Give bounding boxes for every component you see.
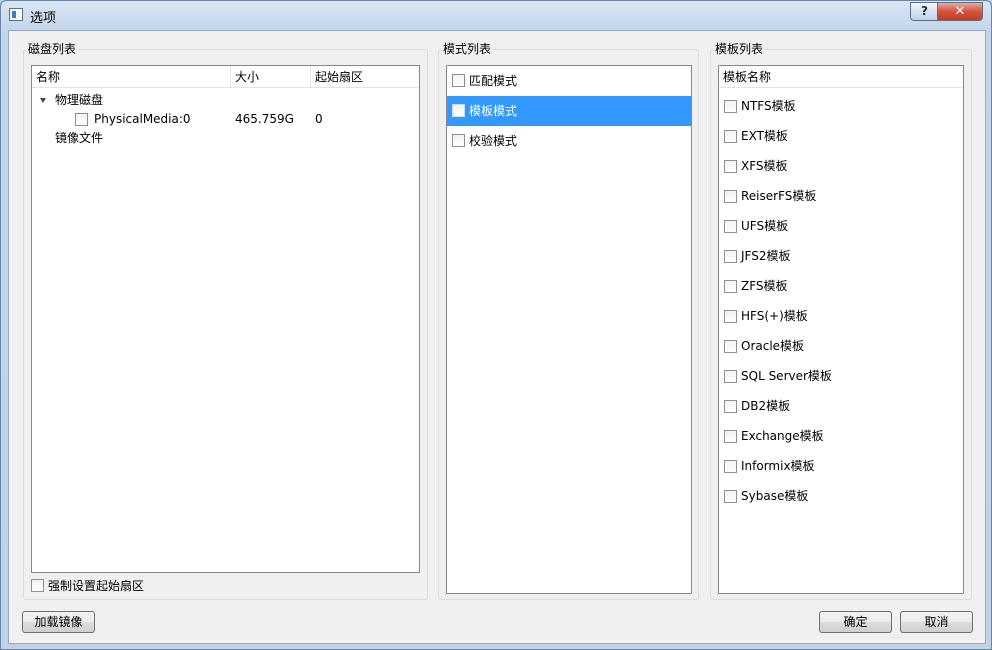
- template-item[interactable]: SQL Server模板: [719, 361, 963, 391]
- physical-media-start: 0: [315, 112, 323, 126]
- template-checkbox[interactable]: [724, 130, 737, 143]
- template-label: XFS模板: [741, 159, 788, 173]
- template-item[interactable]: Sybase模板: [719, 481, 963, 511]
- template-label: HFS(+)模板: [741, 309, 808, 323]
- template-item[interactable]: HFS(+)模板: [719, 301, 963, 331]
- dialog-body: 磁盘列表 名称 大小 起始扇区 物理磁盘 PhysicalMedia:0 465…: [8, 30, 986, 644]
- template-label: SQL Server模板: [741, 369, 832, 383]
- template-checkbox[interactable]: [724, 430, 737, 443]
- template-label: ZFS模板: [741, 279, 788, 293]
- template-checkbox[interactable]: [724, 370, 737, 383]
- window-title: 选项: [30, 11, 57, 26]
- template-label: Sybase模板: [741, 489, 809, 503]
- cancel-button[interactable]: 取消: [900, 611, 973, 633]
- title-bar[interactable]: 选项 ? ✕: [1, 1, 991, 29]
- template-list-header: 模板名称: [719, 66, 963, 88]
- mode-item-label: 模板模式: [469, 104, 518, 118]
- mode-item-verify[interactable]: 校验模式: [447, 126, 691, 156]
- template-label: Oracle模板: [741, 339, 805, 353]
- mode-item-match[interactable]: 匹配模式: [447, 66, 691, 96]
- physical-media-name: PhysicalMedia:0: [94, 112, 191, 126]
- disk-tree-header: 名称 大小 起始扇区: [32, 66, 419, 88]
- mode-template-checkbox[interactable]: [452, 104, 465, 117]
- tree-node-physical-disk[interactable]: 物理磁盘: [32, 91, 419, 110]
- tree-node-physical-media[interactable]: PhysicalMedia:0 465.759G 0: [32, 110, 419, 129]
- ok-button[interactable]: 确定: [819, 611, 892, 633]
- column-size[interactable]: 大小: [231, 66, 311, 88]
- template-checkbox[interactable]: [724, 190, 737, 203]
- template-checkbox[interactable]: [724, 250, 737, 263]
- template-label: UFS模板: [741, 219, 789, 233]
- template-item[interactable]: EXT模板: [719, 121, 963, 151]
- template-checkbox[interactable]: [724, 160, 737, 173]
- template-label: EXT模板: [741, 129, 788, 143]
- mode-list-group: 模式列表 匹配模式 模板模式 校验模式: [438, 40, 699, 600]
- mode-list[interactable]: 匹配模式 模板模式 校验模式: [446, 65, 692, 594]
- template-item[interactable]: Oracle模板: [719, 331, 963, 361]
- template-label: DB2模板: [741, 399, 791, 413]
- mode-match-checkbox[interactable]: [452, 74, 465, 87]
- template-item[interactable]: Exchange模板: [719, 421, 963, 451]
- template-item[interactable]: XFS模板: [719, 151, 963, 181]
- mode-item-template[interactable]: 模板模式: [447, 96, 691, 126]
- window-icon: [9, 8, 23, 21]
- help-button[interactable]: ?: [910, 2, 938, 21]
- template-checkbox[interactable]: [724, 220, 737, 233]
- template-label: NTFS模板: [741, 99, 796, 113]
- mode-item-label: 校验模式: [469, 134, 518, 148]
- template-group-title: 模板列表: [713, 40, 766, 57]
- template-item[interactable]: UFS模板: [719, 211, 963, 241]
- template-checkbox[interactable]: [724, 310, 737, 323]
- mode-group-title: 模式列表: [441, 40, 494, 57]
- close-icon: ✕: [954, 4, 966, 19]
- template-checkbox[interactable]: [724, 280, 737, 293]
- physical-media-checkbox[interactable]: [75, 113, 88, 126]
- disk-list-group: 磁盘列表 名称 大小 起始扇区 物理磁盘 PhysicalMedia:0 465…: [23, 40, 428, 600]
- column-start-sector[interactable]: 起始扇区: [311, 66, 419, 88]
- template-checkbox[interactable]: [724, 490, 737, 503]
- image-file-label: 镜像文件: [55, 131, 104, 145]
- template-label: Exchange模板: [741, 429, 824, 443]
- template-item[interactable]: JFS2模板: [719, 241, 963, 271]
- load-image-button[interactable]: 加载镜像: [22, 611, 95, 633]
- template-checkbox[interactable]: [724, 460, 737, 473]
- template-label: ReiserFS模板: [741, 189, 817, 203]
- template-list-group: 模板列表 模板名称 NTFS模板 EXT模板 XFS模板 ReiserFS模板 …: [710, 40, 972, 600]
- template-checkbox[interactable]: [724, 340, 737, 353]
- template-item[interactable]: Informix模板: [719, 451, 963, 481]
- template-item[interactable]: NTFS模板: [719, 91, 963, 121]
- mode-verify-checkbox[interactable]: [452, 134, 465, 147]
- force-sector-label: 强制设置起始扇区: [48, 579, 145, 593]
- physical-disk-label: 物理磁盘: [55, 93, 104, 107]
- options-dialog: 选项 ? ✕ 磁盘列表 名称 大小 起始扇区 物理磁盘 PhysicalMedi…: [0, 0, 992, 650]
- template-checkbox[interactable]: [724, 100, 737, 113]
- template-label: JFS2模板: [741, 249, 791, 263]
- expand-arrow-icon[interactable]: [40, 98, 46, 103]
- disk-group-title: 磁盘列表: [26, 40, 79, 57]
- mode-item-label: 匹配模式: [469, 74, 518, 88]
- disk-tree[interactable]: 名称 大小 起始扇区 物理磁盘 PhysicalMedia:0 465.759G…: [31, 65, 420, 573]
- template-item[interactable]: DB2模板: [719, 391, 963, 421]
- template-checkbox[interactable]: [724, 400, 737, 413]
- physical-media-size: 465.759G: [235, 112, 294, 126]
- close-button[interactable]: ✕: [937, 2, 983, 21]
- template-label: Informix模板: [741, 459, 815, 473]
- template-item[interactable]: ReiserFS模板: [719, 181, 963, 211]
- column-template-name[interactable]: 模板名称: [719, 66, 963, 88]
- template-item[interactable]: ZFS模板: [719, 271, 963, 301]
- column-name[interactable]: 名称: [32, 66, 231, 88]
- template-list[interactable]: 模板名称 NTFS模板 EXT模板 XFS模板 ReiserFS模板 UFS模板…: [718, 65, 964, 594]
- force-sector-checkbox[interactable]: [31, 579, 44, 592]
- tree-node-image-file[interactable]: 镜像文件: [32, 129, 419, 148]
